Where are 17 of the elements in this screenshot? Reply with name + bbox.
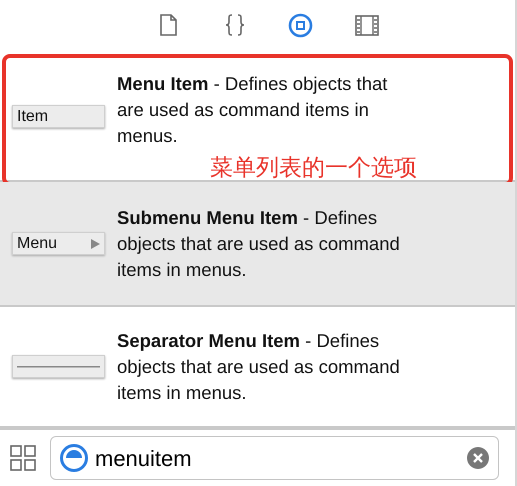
grid-view-icon[interactable] <box>10 445 36 471</box>
submenu-arrow-icon <box>91 238 100 248</box>
search-input[interactable]: menuitem <box>95 442 460 474</box>
preview-label: Menu <box>17 234 58 254</box>
preview-label: Item <box>17 106 48 126</box>
search-field[interactable]: menuitem <box>50 436 499 480</box>
object-filter-icon <box>59 443 89 473</box>
film-icon <box>354 13 380 39</box>
item-description: Menu Item - Defines objects that are used as command items in menus. <box>117 72 388 148</box>
annotation-text: 菜单列表的一个选项 <box>210 155 417 179</box>
object-icon <box>288 13 314 39</box>
library-item[interactable]: Separator Menu Item - Defines objects that are used as command items in menus. <box>0 307 515 428</box>
clear-button[interactable] <box>466 446 490 470</box>
item-description: Submenu Menu Item - Defines objects that are used as command items in menus. <box>117 206 401 282</box>
library-item[interactable]: Menu Submenu Menu Item - Defines objects that are used as command items in menus. <box>0 182 515 307</box>
separator-line-icon <box>17 365 100 368</box>
item-description: Separator Menu Item - Defines objects that are used as command items in menus. <box>117 328 401 404</box>
